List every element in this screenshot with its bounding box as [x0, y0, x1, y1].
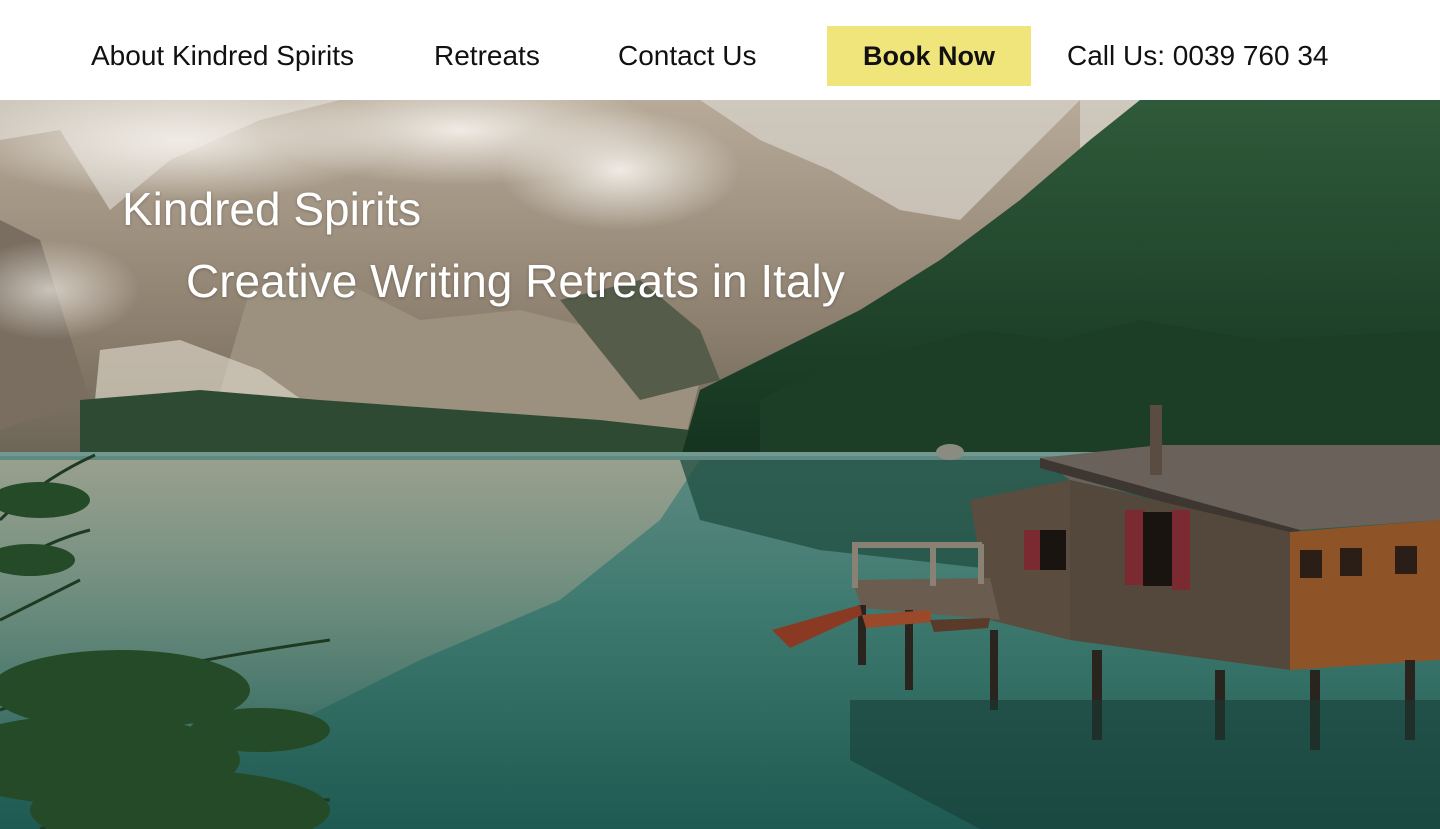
hero-subtitle: Creative Writing Retreats in Italy	[186, 255, 845, 307]
phone-number: Call Us: 0039 760 34	[1067, 40, 1329, 71]
hero-banner: Kindred Spirits Creative Writing Retreat…	[0, 100, 1440, 829]
book-now-button[interactable]: Book Now	[827, 26, 1031, 86]
nav-link-about[interactable]: About Kindred Spirits	[91, 30, 354, 82]
hero-title: Kindred Spirits	[122, 183, 422, 235]
nav-link-contact[interactable]: Contact Us	[618, 30, 757, 82]
nav-link-retreats[interactable]: Retreats	[434, 30, 540, 82]
top-navigation: About Kindred Spirits Retreats Contact U…	[0, 0, 1440, 100]
